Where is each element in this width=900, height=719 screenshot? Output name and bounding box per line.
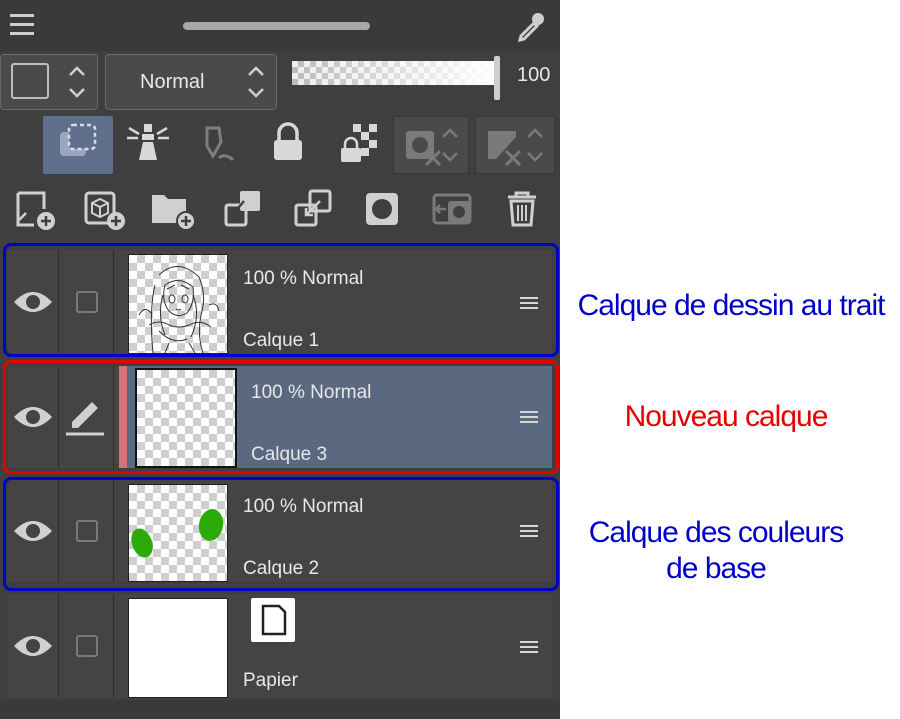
layer-color-selector[interactable] [0, 54, 98, 110]
blend-mode-value: Normal [140, 71, 205, 93]
lock-layer-button[interactable] [253, 116, 323, 174]
checkbox[interactable] [76, 635, 98, 657]
eye-icon [14, 636, 52, 656]
opacity-slider-handle[interactable] [494, 56, 500, 100]
combine-to-lower-layer-icon [294, 189, 332, 227]
enable-mask-button[interactable] [393, 116, 469, 174]
chevron-updown-icon[interactable] [67, 63, 87, 101]
layer-visibility-toggle[interactable] [8, 594, 59, 698]
chevron-updown-icon[interactable] [246, 63, 266, 101]
eyedropper-icon[interactable] [516, 10, 548, 43]
drag-handle-icon[interactable] [520, 638, 538, 656]
delete-layer-icon [508, 191, 536, 227]
palette-header [0, 0, 560, 52]
drag-handle[interactable] [183, 22, 370, 30]
layer-select-checkbox[interactable] [58, 594, 114, 698]
mask-ruler-icon [488, 128, 543, 167]
new-folder-icon [152, 195, 196, 231]
opacity-slider[interactable] [292, 61, 496, 85]
lock-transparent-pixels-button[interactable] [323, 116, 393, 174]
blend-mode-select[interactable]: Normal [105, 54, 277, 110]
enable-mask-icon [406, 128, 458, 167]
annotation-base-colors-line1: Calque des couleurs [588, 516, 845, 549]
combine-to-lower-layer-button[interactable] [284, 183, 344, 237]
new-raster-layer-icon [16, 191, 55, 230]
hamburger-icon[interactable] [10, 14, 34, 36]
delete-layer-button[interactable] [494, 183, 554, 237]
reference-layer-button[interactable] [113, 116, 183, 174]
annotation-new-layer: Nouveau calque [624, 400, 829, 433]
transfer-to-lower-layer-icon [224, 191, 260, 227]
opacity-value: 100 [517, 64, 551, 86]
transfer-to-lower-layer-button[interactable] [214, 183, 274, 237]
create-layer-mask-icon [366, 193, 398, 225]
highlight-frame-new-layer [3, 360, 559, 474]
new-raster-layer-button[interactable] [4, 183, 64, 237]
lock-transparent-pixels-icon [341, 124, 377, 162]
annotation-line-layer: Calque de dessin au trait [577, 289, 886, 322]
palette-bottom-bar [0, 700, 560, 719]
annotation-base-colors-line2: de base [666, 552, 767, 585]
paper-layer-icon [251, 598, 295, 642]
clip-to-layer-below-icon [60, 123, 97, 156]
layer-row-paper[interactable]: Papier [8, 594, 552, 698]
apply-mask-button[interactable] [424, 183, 484, 237]
layer-thumbnail [128, 598, 228, 698]
create-layer-mask-button[interactable] [354, 183, 414, 237]
mask-ruler-button[interactable] [475, 116, 555, 174]
layer-name[interactable]: Papier [243, 670, 298, 692]
opacity-fill [292, 61, 496, 85]
apply-mask-icon [432, 193, 472, 225]
layer-color-swatch [11, 63, 49, 99]
reference-layer-icon [127, 124, 169, 160]
new-folder-button[interactable] [144, 183, 204, 237]
draft-layer-button[interactable] [183, 116, 253, 174]
new-vector-layer-button[interactable] [74, 183, 134, 237]
clip-to-layer-below-button[interactable] [43, 116, 113, 174]
lock-layer-icon [274, 122, 302, 160]
draft-layer-icon [205, 126, 235, 162]
highlight-frame-line-layer [3, 243, 559, 357]
new-vector-layer-icon [84, 191, 125, 230]
highlight-frame-base-colors-layer [3, 477, 559, 591]
